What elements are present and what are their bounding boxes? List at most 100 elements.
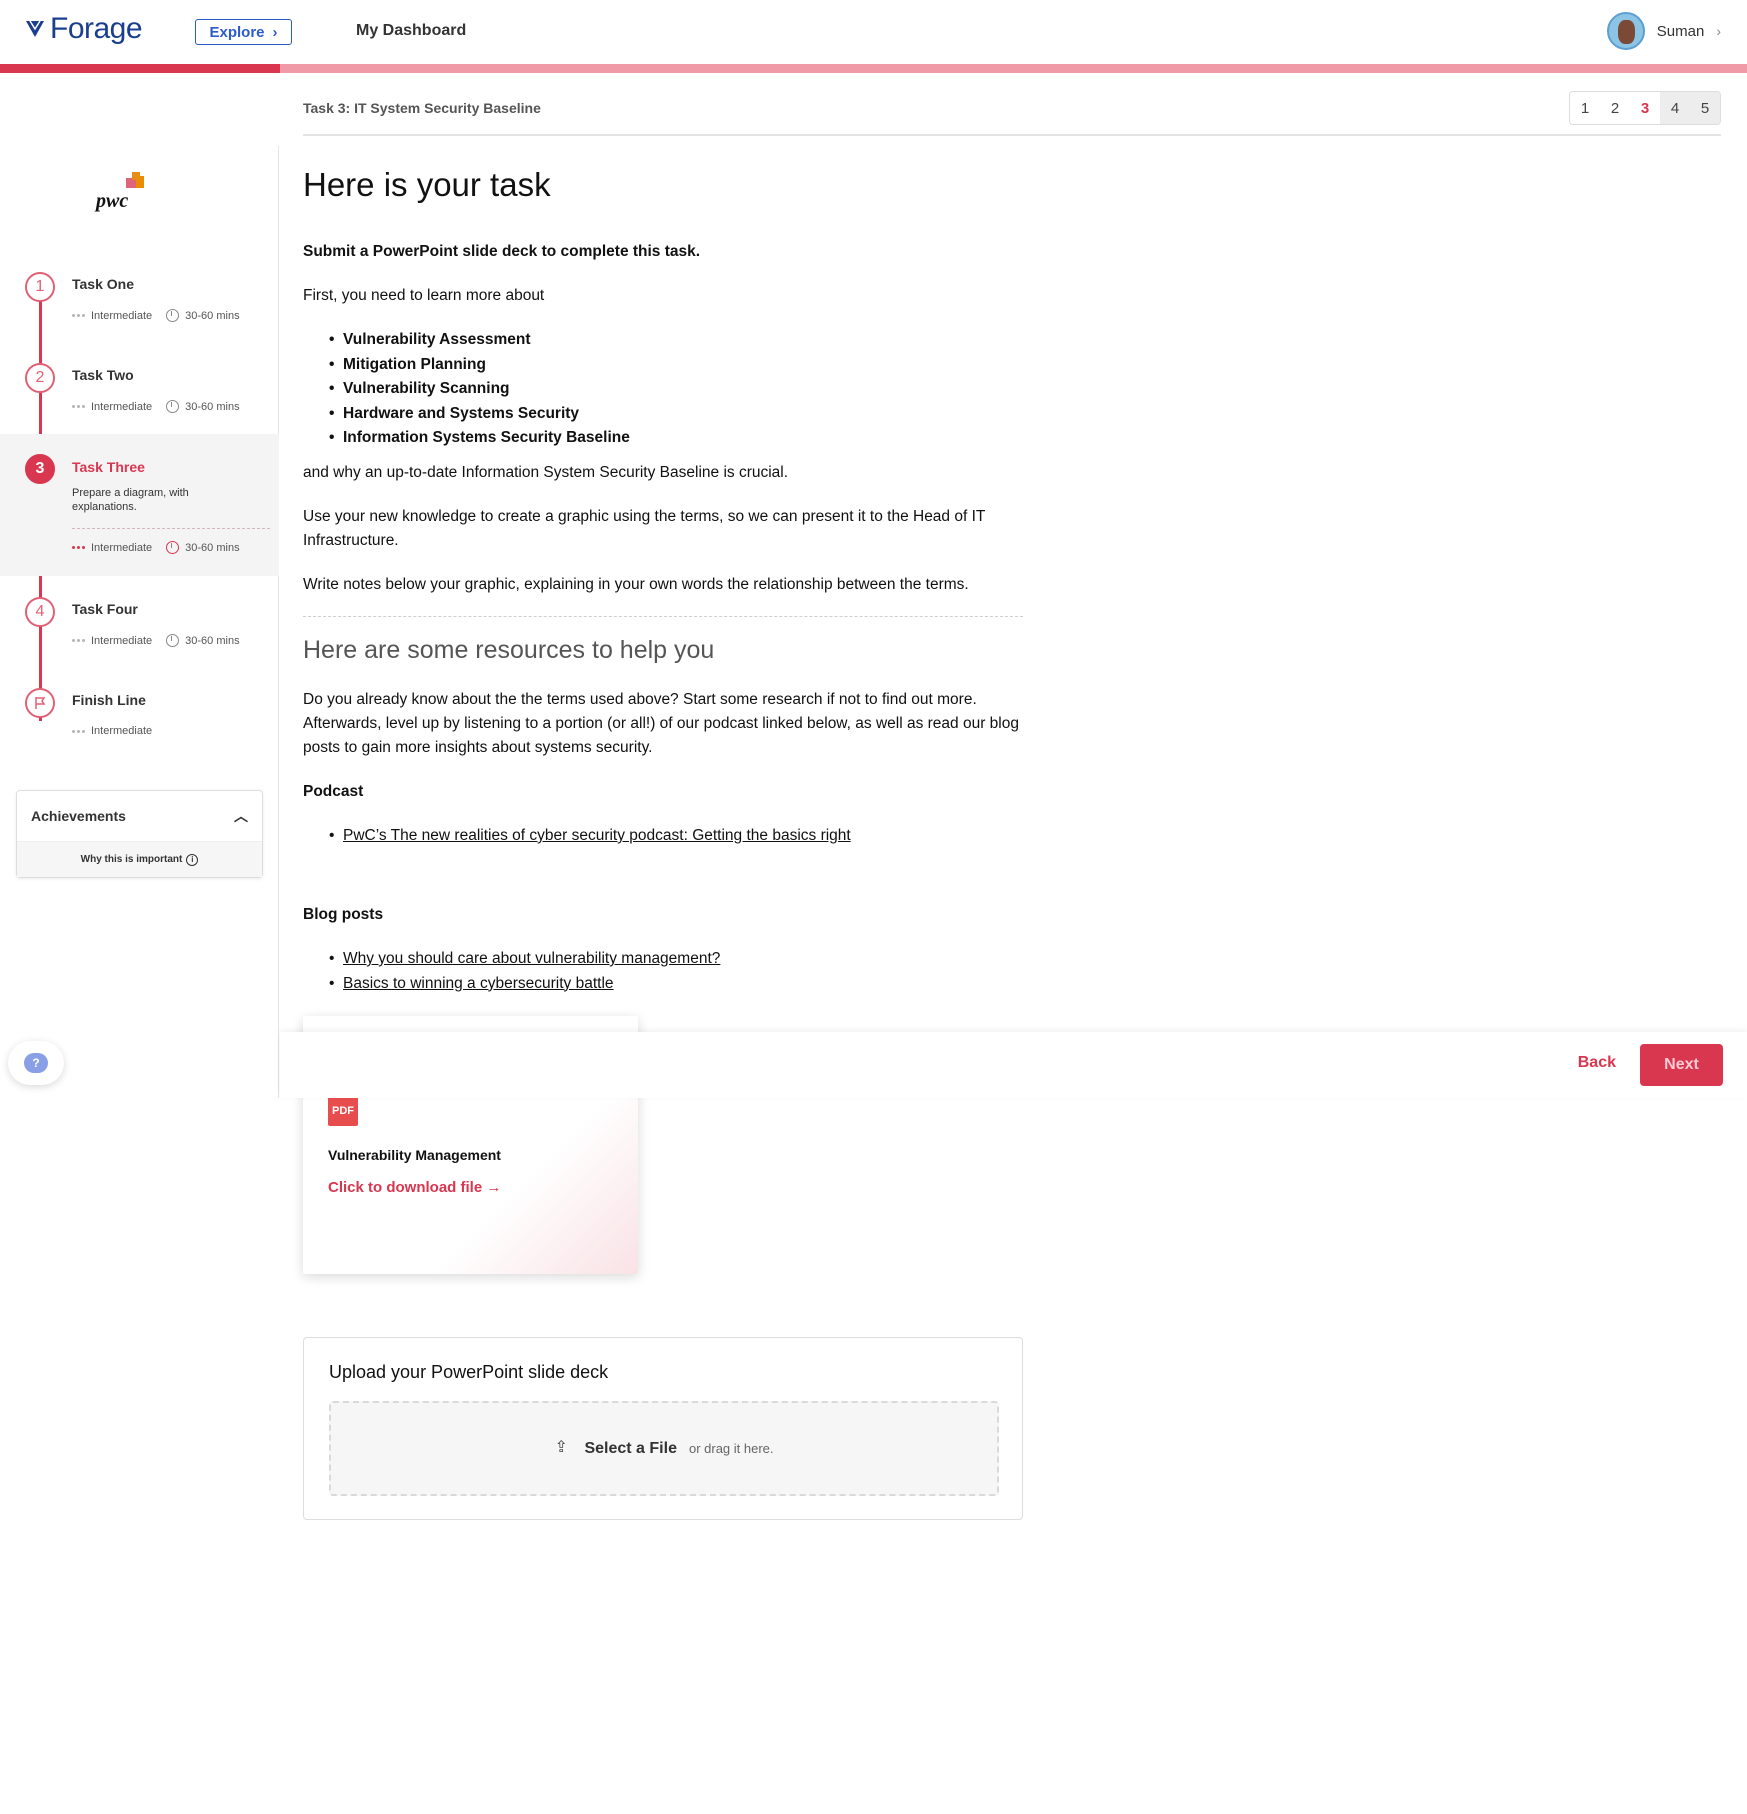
section-divider <box>303 616 1023 617</box>
task-sidebar: pwc 1 Task One Intermediate 30-60 mins 2… <box>0 146 279 1098</box>
chevron-right-icon: › <box>272 23 278 41</box>
upload-panel: Upload your PowerPoint slide deck Select… <box>303 1337 1023 1520</box>
download-link[interactable]: Click to download file → <box>328 1179 501 1196</box>
page-3-button[interactable]: 3 <box>1630 92 1660 124</box>
list-item: Hardware and Systems Security <box>329 402 630 427</box>
step-divider <box>72 528 270 529</box>
user-menu[interactable]: Suman › <box>1606 12 1721 50</box>
step-meta: Intermediate <box>72 725 152 737</box>
why-important-label: Why this is important <box>80 854 183 865</box>
back-button[interactable]: Back <box>1578 1054 1616 1072</box>
resources-heading: Here are some resources to help you <box>303 636 715 664</box>
upload-icon <box>554 1437 572 1457</box>
why-important-link[interactable]: Why this is important i <box>17 841 262 877</box>
step-level: Intermediate <box>91 400 153 413</box>
blog-heading: Blog posts <box>303 906 384 923</box>
achievements-title: Achievements <box>31 808 126 824</box>
help-button[interactable]: ? <box>8 1041 64 1085</box>
step-title[interactable]: Task One <box>72 276 134 292</box>
pwc-logo-mark-icon <box>126 172 144 188</box>
step-duration: 30-60 mins <box>185 400 240 413</box>
resource-title: Vulnerability Management <box>328 1147 501 1163</box>
podcast-link[interactable]: PwC’s The new realities of cyber securit… <box>329 824 851 849</box>
step-number-2: 2 <box>25 363 55 393</box>
step-meta: Intermediate 30-60 mins <box>72 309 240 322</box>
learn-intro: First, you need to learn more about <box>303 287 545 304</box>
page-title: Here is your task <box>303 166 551 203</box>
chevron-right-icon[interactable]: › <box>1716 23 1721 39</box>
list-item: Information Systems Security Baseline <box>329 426 630 451</box>
my-dashboard-link[interactable]: My Dashboard <box>356 22 466 40</box>
task-pager: 1 2 3 4 5 <box>1569 91 1721 125</box>
next-button[interactable]: Next <box>1640 1044 1723 1086</box>
page-2-button[interactable]: 2 <box>1600 92 1630 124</box>
step-meta: Intermediate 30-60 mins <box>72 400 240 413</box>
podcast-heading: Podcast <box>303 783 364 800</box>
forage-logo[interactable]: Forage <box>24 12 143 46</box>
step-title[interactable]: Task Two <box>72 367 134 383</box>
page-1-button[interactable]: 1 <box>1570 92 1600 124</box>
step-title[interactable]: Finish Line <box>72 692 146 708</box>
step-number-1: 1 <box>25 272 55 302</box>
brand-name: Forage <box>50 12 143 45</box>
top-navigation: Forage Explore › My Dashboard Suman › <box>0 0 1747 64</box>
step-level: Intermediate <box>91 309 153 322</box>
achievements-panel: Achievements ︿ Why this is important i <box>16 790 263 878</box>
task-header: Task 3: IT System Security Baseline 1 2 … <box>303 91 1721 136</box>
step-title[interactable]: Task Three <box>72 459 145 475</box>
pwc-logo: pwc <box>96 172 156 212</box>
notes-paragraph: Write notes below your graphic, explaini… <box>303 576 969 593</box>
task-title: Task 3: IT System Security Baseline <box>303 100 541 116</box>
pdf-icon: PDF <box>328 1096 358 1126</box>
difficulty-dots-icon <box>72 405 85 408</box>
step-title[interactable]: Task Four <box>72 601 138 617</box>
step-number-3: 3 <box>25 454 55 484</box>
difficulty-dots-icon <box>72 546 85 549</box>
podcast-list: PwC’s The new realities of cyber securit… <box>329 824 851 849</box>
explore-label: Explore <box>209 23 265 41</box>
blog-link[interactable]: Basics to winning a cybersecurity battle <box>329 972 720 997</box>
step-number-4: 4 <box>25 597 55 627</box>
task-instruction: Submit a PowerPoint slide deck to comple… <box>303 243 701 260</box>
step-duration: 30-60 mins <box>185 634 240 647</box>
chevron-up-icon[interactable]: ︿ <box>234 806 248 826</box>
pwc-logo-text: pwc <box>96 190 129 212</box>
forage-heart-icon <box>26 20 44 37</box>
achievements-toggle[interactable]: Achievements ︿ <box>17 791 262 841</box>
step-meta: Intermediate 30-60 mins <box>72 541 240 554</box>
clock-icon <box>166 541 180 554</box>
blog-link[interactable]: Why you should care about vulnerability … <box>329 947 720 972</box>
course-progress-fill <box>0 64 280 73</box>
page-4-button[interactable]: 4 <box>1660 92 1690 124</box>
help-question-icon: ? <box>24 1053 48 1073</box>
clock-icon <box>166 400 180 413</box>
step-level: Intermediate <box>91 634 153 647</box>
instruction-paragraph: Use your new knowledge to create a graph… <box>303 508 986 549</box>
list-item: Vulnerability Assessment <box>329 328 630 353</box>
difficulty-dots-icon <box>72 639 85 642</box>
explore-button[interactable]: Explore › <box>195 19 292 45</box>
difficulty-dots-icon <box>72 314 85 317</box>
difficulty-dots-icon <box>72 729 85 733</box>
select-file-button[interactable]: Select a File <box>584 1440 677 1458</box>
sidebar-step-task-three[interactable]: 3 Task Three Prepare a diagram, with exp… <box>0 434 279 576</box>
topic-list: Vulnerability Assessment Mitigation Plan… <box>329 328 630 451</box>
resources-intro: Do you already know about the the terms … <box>303 691 1019 756</box>
why-paragraph: and why an up-to-date Information System… <box>303 464 789 481</box>
upload-title: Upload your PowerPoint slide deck <box>329 1362 609 1382</box>
step-duration: 30-60 mins <box>185 541 240 554</box>
course-progress-bar <box>0 64 1747 73</box>
step-meta: Intermediate 30-60 mins <box>72 634 240 647</box>
step-level: Intermediate <box>91 725 153 737</box>
sidebar-step-task-one[interactable]: 1 Task One Intermediate 30-60 mins <box>0 272 279 362</box>
blog-list: Why you should care about vulnerability … <box>329 947 720 997</box>
avatar[interactable] <box>1606 12 1645 50</box>
file-dropzone[interactable]: Select a File or drag it here. <box>329 1401 999 1496</box>
sidebar-step-task-four[interactable]: 4 Task Four Intermediate 30-60 mins <box>0 597 279 687</box>
info-icon: i <box>186 853 199 866</box>
page-5-button[interactable]: 5 <box>1690 92 1720 124</box>
user-name[interactable]: Suman <box>1657 23 1705 40</box>
clock-icon <box>166 309 180 322</box>
task-action-bar: Back Next <box>280 1032 1747 1098</box>
sidebar-step-finish-line[interactable]: Finish Line Intermediate <box>0 688 279 758</box>
